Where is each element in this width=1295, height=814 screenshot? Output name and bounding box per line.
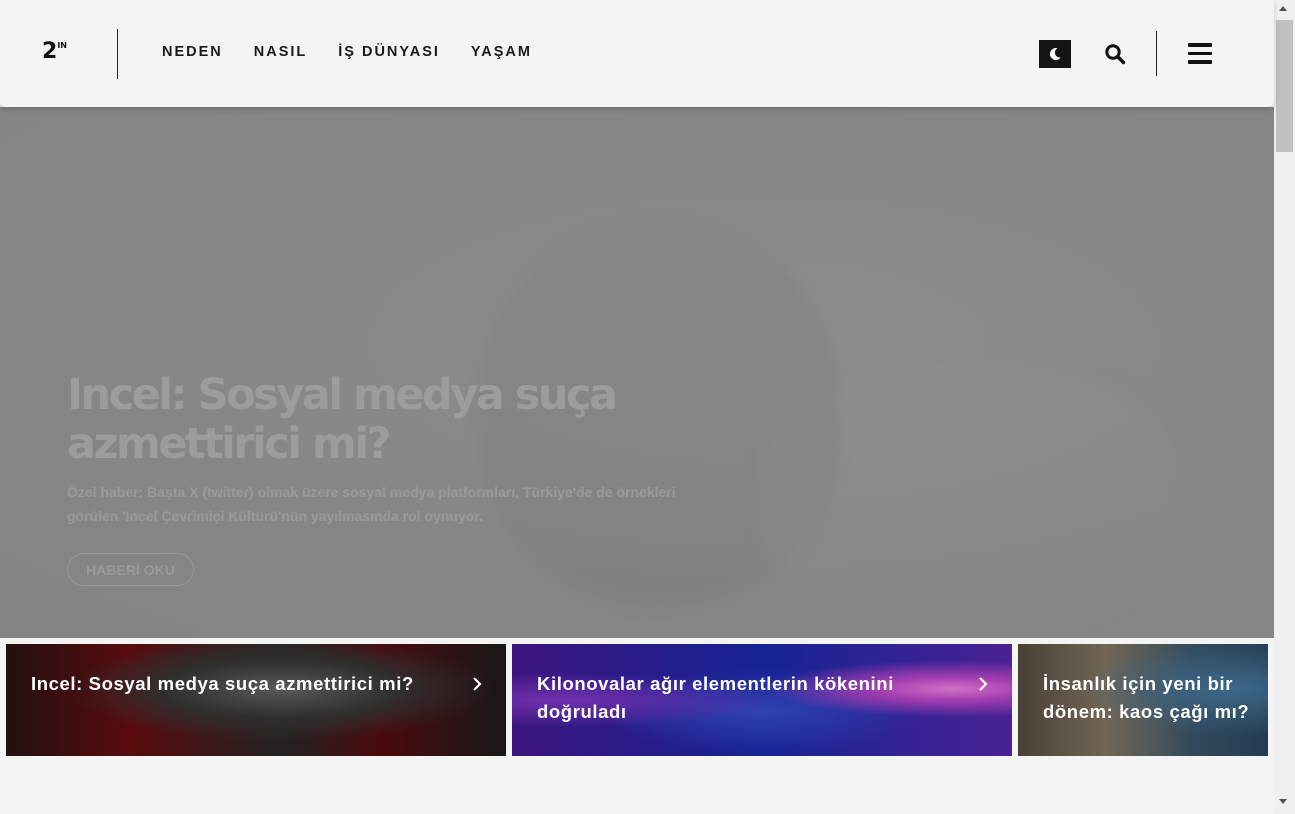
logo-superscript: IN	[57, 41, 67, 50]
card-title[interactable]: Kilonovalar ağır elementlerin kökenini d…	[537, 670, 957, 726]
search-icon	[1105, 44, 1126, 65]
main-nav: NEDEN NASIL İŞ DÜNYASI YAŞAM	[162, 44, 532, 60]
header-divider-left	[117, 29, 118, 79]
site-header: 2 IN NEDEN NASIL İŞ DÜNYASI YAŞAM	[0, 0, 1274, 107]
vertical-scrollbar[interactable]	[1274, 0, 1295, 814]
article-card[interactable]: İnsanlık için yeni bir dönem: kaos çağı …	[1018, 644, 1268, 756]
hero-banner: Incel: Sosyal medya suça azmettirici mi?…	[0, 107, 1274, 638]
read-article-button[interactable]: HABERİ OKU	[67, 553, 194, 586]
dark-mode-toggle[interactable]	[1039, 40, 1071, 68]
menu-bar	[1188, 43, 1212, 47]
scroll-up-arrow-icon[interactable]	[1279, 6, 1287, 11]
hero-background-image-detail	[760, 367, 1180, 627]
chevron-right-icon	[473, 677, 482, 691]
chevron-right-icon	[979, 677, 988, 691]
menu-bar	[1188, 60, 1212, 64]
nav-item-neden[interactable]: NEDEN	[162, 44, 223, 60]
menu-bar	[1188, 51, 1212, 55]
hero-description: Özel haber: Başta X (twitter) olmak üzer…	[67, 484, 676, 524]
logo-mark: 2	[42, 39, 57, 64]
scroll-down-arrow-icon[interactable]	[1279, 799, 1287, 804]
hero-title[interactable]: Incel: Sosyal medya suça azmettirici mi?	[67, 371, 707, 469]
site-logo[interactable]: 2 IN	[42, 41, 67, 65]
moon-icon	[1049, 47, 1061, 60]
hamburger-menu-button[interactable]	[1188, 43, 1212, 65]
header-divider-right	[1156, 31, 1157, 76]
card-image	[6, 644, 506, 756]
scrollbar-thumb[interactable]	[1276, 20, 1293, 152]
search-button[interactable]	[1103, 42, 1127, 66]
nav-item-nasil[interactable]: NASIL	[254, 44, 308, 60]
nav-item-is-dunyasi[interactable]: İŞ DÜNYASI	[338, 44, 440, 60]
card-title[interactable]: İnsanlık için yeni bir dönem: kaos çağı …	[1043, 670, 1268, 726]
article-card[interactable]: Kilonovalar ağır elementlerin kökenini d…	[512, 644, 1012, 756]
nav-item-yasam[interactable]: YAŞAM	[471, 44, 532, 60]
article-card[interactable]: Incel: Sosyal medya suça azmettirici mi?	[6, 644, 506, 756]
card-title[interactable]: Incel: Sosyal medya suça azmettirici mi?	[31, 670, 451, 698]
